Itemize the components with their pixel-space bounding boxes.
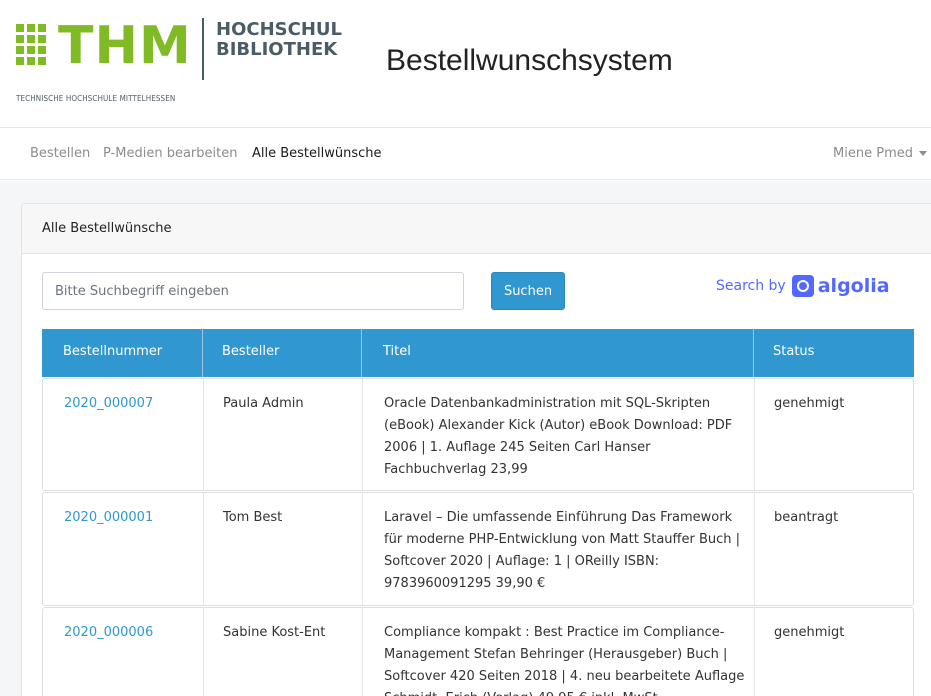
search-by-label: Search by [716,278,786,294]
column-divider [753,329,754,377]
column-divider [362,493,363,605]
app-title: Bestellwunschsystem [386,44,673,77]
search-input[interactable] [42,272,464,310]
search-button[interactable]: Suchen [491,272,565,310]
column-divider [361,329,362,377]
order-status: genehmigt [774,396,845,411]
orderer-name: Paula Admin [223,396,304,411]
algolia-icon [791,275,814,297]
column-divider [362,379,363,490]
column-header-bestellnummer[interactable]: Bestellnummer [63,344,162,359]
column-header-titel[interactable]: Titel [383,344,411,359]
column-header-status[interactable]: Status [773,344,814,359]
column-divider [754,379,755,490]
column-divider [362,608,363,696]
orders-card: Alle Bestellwünsche Suchen Search by algo… [21,203,931,696]
order-title: Laravel – Die umfassende Einführung Das … [384,510,741,591]
chevron-down-icon [919,151,927,156]
algolia-logo-text: algolia [817,275,890,297]
column-divider [203,379,204,490]
order-status: beantragt [774,510,839,525]
column-header-besteller[interactable]: Besteller [222,344,279,359]
column-divider [754,493,755,605]
thm-logo-grid-icon [16,24,48,65]
order-number-link[interactable]: 2020_000006 [64,622,153,644]
order-title: Compliance kompakt : Best Practice im Co… [384,625,745,696]
search-by-algolia[interactable]: Search by algolia [716,275,890,297]
table-row: 2020_000006 Sabine Kost-Ent Compliance k… [42,607,914,696]
page-header: THM HOCHSCHUL BIBLIOTHEK TECHNISCHE HOCH… [0,0,931,128]
column-divider [754,608,755,696]
nav-bestellen[interactable]: Bestellen [30,146,90,161]
card-title: Alle Bestellwünsche [42,221,172,236]
nav-p-medien-bearbeiten[interactable]: P-Medien bearbeiten [103,146,237,161]
orderer-name: Sabine Kost-Ent [223,625,326,640]
library-logo-text: HOCHSCHUL BIBLIOTHEK [216,19,342,60]
logo-divider [202,18,204,80]
thm-logo-text: THM [58,16,192,76]
column-divider [203,608,204,696]
orderer-name: Tom Best [223,510,283,525]
table-header: Bestellnummer Besteller Titel Status [42,329,914,377]
logo-subtitle: TECHNISCHE HOCHSCHULE MITTELHESSEN [16,94,176,103]
thm-logo[interactable]: THM HOCHSCHUL BIBLIOTHEK TECHNISCHE HOCH… [14,16,344,106]
table-row: 2020_000007 Paula Admin Oracle Datenbank… [42,378,914,491]
order-number-link[interactable]: 2020_000007 [64,393,153,415]
order-status: genehmigt [774,625,845,640]
column-divider [203,493,204,605]
user-name: Miene Pmed [833,146,913,161]
card-header: Alle Bestellwünsche [22,204,931,254]
nav-alle-bestellwuensche[interactable]: Alle Bestellwünsche [252,146,382,161]
order-number-link[interactable]: 2020_000001 [64,507,153,529]
column-divider [202,329,203,377]
order-title: Oracle Datenbankadministration mit SQL-S… [384,396,733,477]
main-navbar: Bestellen P-Medien bearbeiten Alle Beste… [0,128,931,180]
table-row: 2020_000001 Tom Best Laravel – Die umfas… [42,492,914,606]
user-dropdown[interactable]: Miene Pmed [833,146,927,161]
